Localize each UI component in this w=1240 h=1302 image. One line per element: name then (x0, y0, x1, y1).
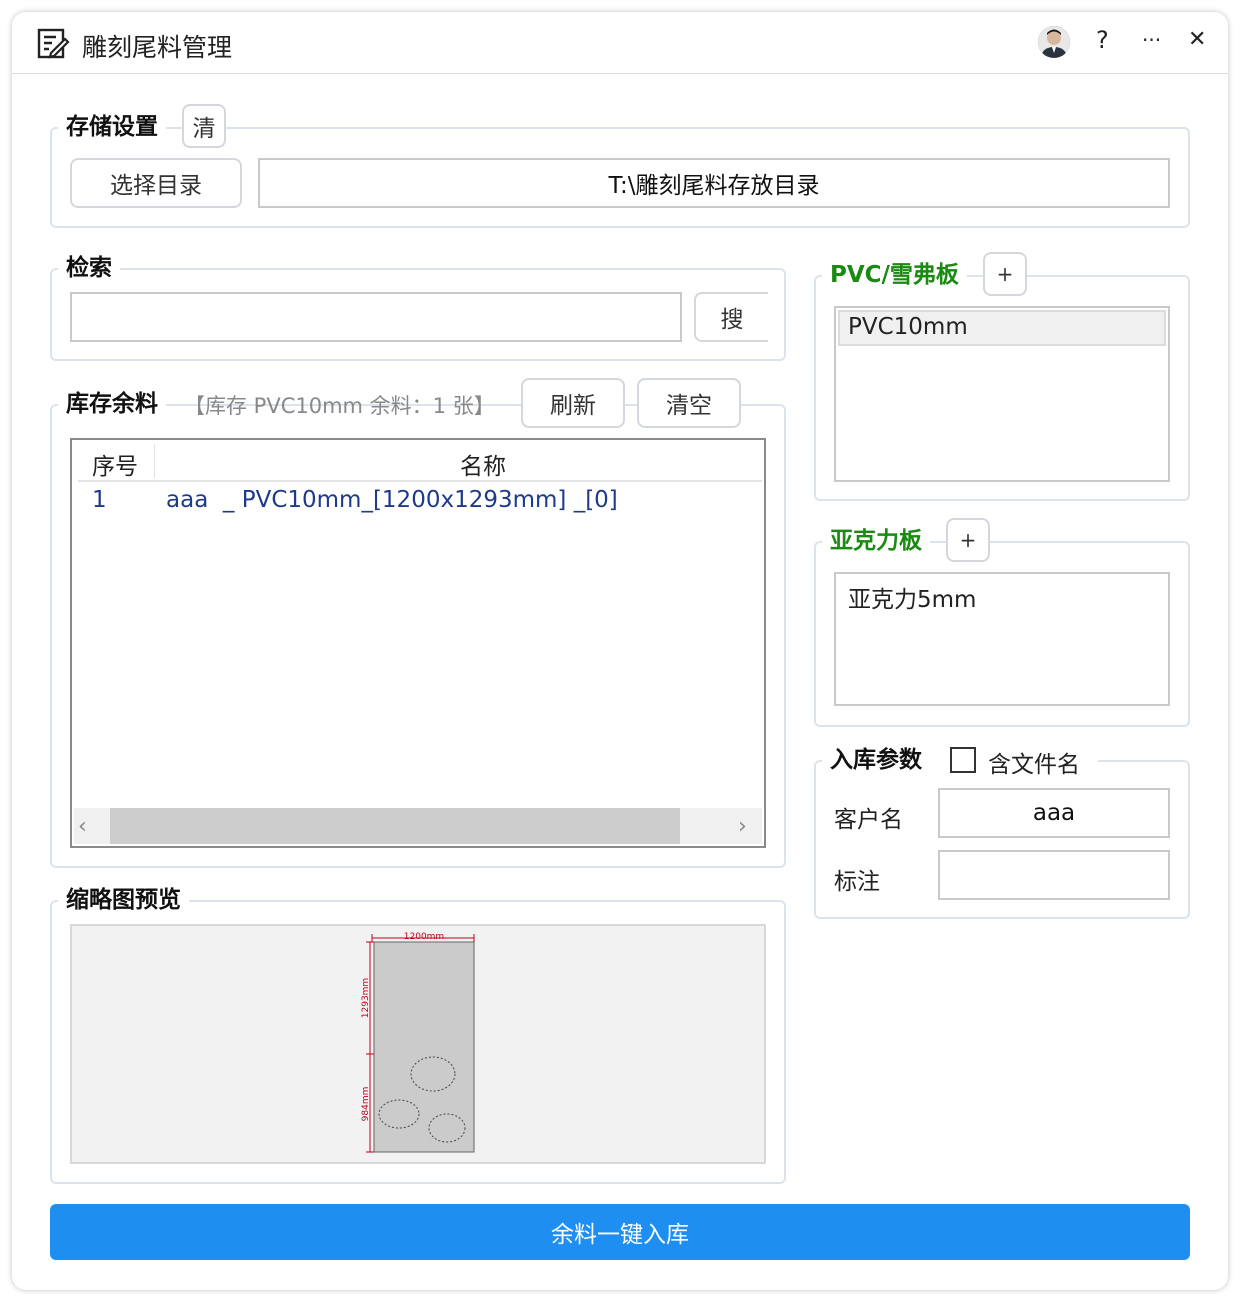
column-header-name[interactable]: 名称 (460, 447, 506, 481)
scrollbar-thumb[interactable] (110, 808, 680, 844)
acrylic-list: 亚克力5mm (834, 572, 1170, 706)
inventory-summary: 【库存 PVC10mm 余料：1 张】 (184, 394, 495, 418)
include-filename-label[interactable]: 含文件名 (988, 745, 1080, 779)
preview-legend: 缩略图预览 (58, 885, 189, 915)
lower-dimension-label: 984mm (361, 1087, 371, 1122)
window-title: 雕刻尾料管理 (82, 33, 233, 62)
help-button[interactable]: ? (1096, 26, 1109, 54)
user-avatar-icon (1038, 26, 1070, 58)
app-window: 雕刻尾料管理 ? ··· ✕ 存储设置 清 选择目录 T:\雕刻尾料存放目录 检… (12, 12, 1228, 1290)
search-legend: 检索 (58, 253, 120, 283)
list-item[interactable]: PVC10mm (838, 310, 1166, 346)
list-item[interactable]: 亚克力5mm (838, 576, 1166, 613)
width-dimension-label: 1200mm (404, 932, 444, 942)
customer-label: 客户名 (834, 807, 903, 833)
params-legend-bar: 入库参数 含文件名 (822, 743, 1098, 779)
row-index: 1 (92, 487, 107, 513)
search-input[interactable] (70, 292, 682, 342)
acrylic-item-label: 亚克力5mm (848, 587, 977, 613)
search-button[interactable]: 搜 (694, 292, 768, 342)
select-directory-button[interactable]: 选择目录 (70, 158, 242, 208)
pvc-item-label: PVC10mm (848, 314, 968, 340)
column-header-index[interactable]: 序号 (92, 447, 138, 481)
pvc-list: PVC10mm (834, 306, 1170, 482)
horizontal-scrollbar[interactable]: ‹ › (74, 808, 762, 844)
acrylic-add-button[interactable]: + (946, 518, 990, 562)
column-divider (154, 444, 155, 478)
pvc-add-button[interactable]: + (983, 252, 1027, 296)
include-filename-checkbox[interactable] (950, 747, 976, 773)
table-row[interactable]: 1 aaa _ PVC10mm_[1200x1293mm] _[0] (78, 484, 762, 522)
user-avatar[interactable] (1038, 26, 1070, 58)
note-label: 标注 (834, 869, 880, 895)
scroll-right-icon[interactable]: › (738, 814, 747, 839)
note-field[interactable] (938, 850, 1170, 900)
clear-all-button[interactable]: 清空 (637, 378, 741, 428)
panel-thumbnail: 1200mm 1293mm 984mm (361, 932, 475, 1153)
acrylic-legend: 亚克力板 (822, 526, 930, 556)
thumbnail-canvas: 1200mm 1293mm 984mm (70, 924, 766, 1164)
notepad-edit-icon (37, 28, 70, 59)
pvc-legend: PVC/雪弗板 (822, 260, 967, 290)
customer-field[interactable]: aaa (938, 788, 1170, 838)
directory-path-field[interactable]: T:\雕刻尾料存放目录 (258, 158, 1170, 208)
more-button[interactable]: ··· (1142, 26, 1161, 54)
params-legend: 入库参数 (822, 745, 930, 775)
stock-in-button[interactable]: 余料一键入库 (50, 1204, 1190, 1260)
inventory-legend: 库存余料 (58, 389, 166, 419)
height-dimension-label: 1293mm (361, 978, 371, 1018)
storage-legend: 存储设置 (58, 112, 166, 142)
row-name: aaa _ PVC10mm_[1200x1293mm] _[0] (166, 487, 618, 513)
storage-clear-button[interactable]: 清 (182, 104, 226, 148)
scroll-left-icon[interactable]: ‹ (78, 814, 87, 839)
close-button[interactable]: ✕ (1188, 26, 1206, 54)
table-header: 序号 名称 (78, 440, 762, 482)
refresh-button[interactable]: 刷新 (521, 378, 625, 428)
title-bar: 雕刻尾料管理 ? ··· ✕ (12, 12, 1228, 74)
inventory-table: 序号 名称 1 aaa _ PVC10mm_[1200x1293mm] _[0]… (70, 438, 766, 848)
